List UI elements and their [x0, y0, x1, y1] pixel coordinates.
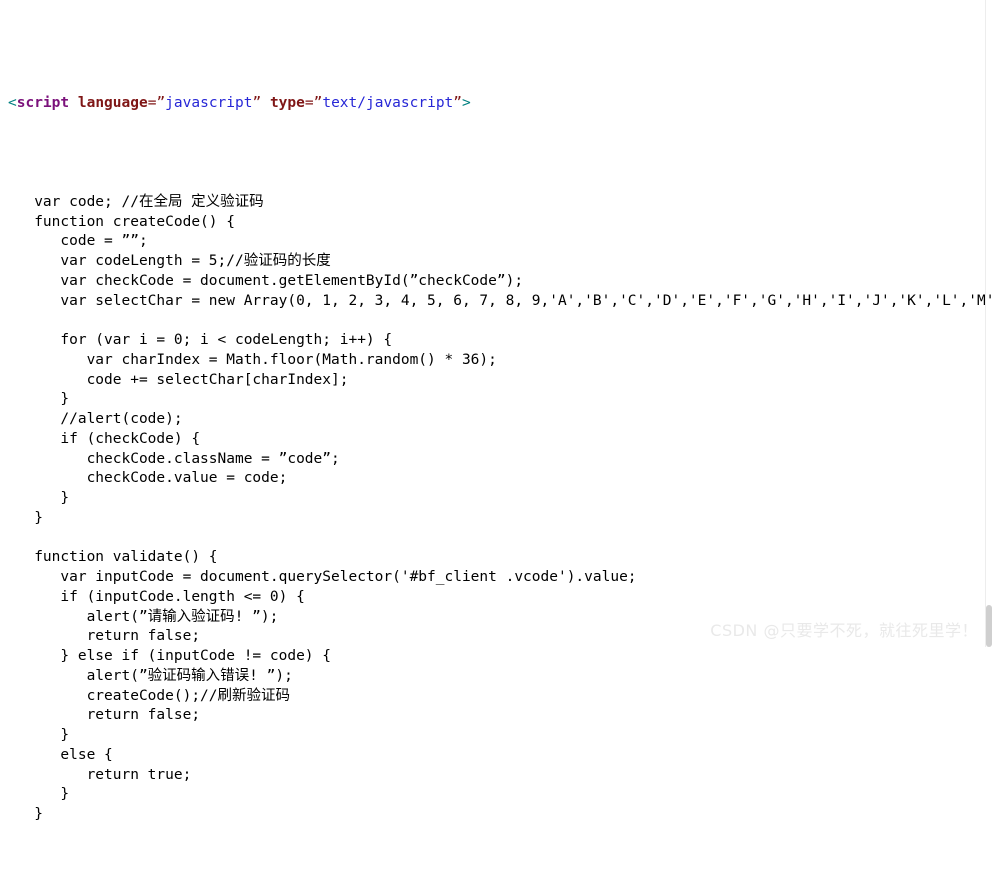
code-line[interactable]: //alert(code); [0, 410, 992, 430]
code-line[interactable]: code += selectChar[charIndex]; [0, 371, 992, 391]
open-angle-bracket: < [8, 95, 17, 111]
code-line[interactable]: code = ””; [0, 232, 992, 252]
code-line[interactable]: checkCode.value = code; [0, 469, 992, 489]
code-line[interactable]: } [0, 726, 992, 746]
code-line[interactable]: for (var i = 0; i < codeLength; i++) { [0, 331, 992, 351]
code-line[interactable]: var selectChar = new Array(0, 1, 2, 3, 4… [0, 292, 992, 312]
code-line[interactable]: } else if (inputCode != code) { [0, 647, 992, 667]
code-line[interactable]: } [0, 489, 992, 509]
code-line[interactable]: function validate() { [0, 548, 992, 568]
tag-space-1 [69, 95, 78, 111]
code-line[interactable]: checkCode.className = ”code”; [0, 450, 992, 470]
code-line[interactable]: if (checkCode) { [0, 430, 992, 450]
code-line[interactable]: function createCode() { [0, 213, 992, 233]
csdn-watermark: CSDN @只要学不死，就往死里学！ [710, 621, 978, 640]
code-line[interactable]: else { [0, 746, 992, 766]
code-viewer-page: <script language=”javascript” type=”text… [0, 0, 992, 822]
code-line[interactable]: } [0, 785, 992, 805]
code-line[interactable]: } [0, 390, 992, 410]
code-line[interactable]: var codeLength = 5;//验证码的长度 [0, 252, 992, 272]
attribute-quote-close-1: ” [252, 95, 262, 111]
attribute-name-type: type [269, 95, 305, 111]
code-line[interactable]: } [0, 805, 992, 825]
code-line[interactable]: createCode();//刷新验证码 [0, 687, 992, 707]
code-line[interactable]: alert(”验证码输入错误! ”); [0, 667, 992, 687]
code-listing[interactable]: <script language=”javascript” type=”text… [0, 15, 992, 884]
code-line[interactable]: var checkCode = document.getElementById(… [0, 272, 992, 292]
close-angle-bracket: > [462, 95, 471, 111]
attribute-quote-close-2: ” [453, 95, 463, 111]
code-line[interactable]: return true; [0, 766, 992, 786]
code-line[interactable]: var charIndex = Math.floor(Math.random()… [0, 351, 992, 371]
attribute-name-language: language [77, 95, 148, 111]
code-line[interactable]: } [0, 509, 992, 529]
tag-name-script: script [16, 95, 70, 111]
scrollbar-thumb[interactable] [986, 605, 992, 647]
code-line-script-tag[interactable]: <script language=”javascript” type=”text… [0, 94, 992, 114]
attribute-value-javascript: javascript [165, 95, 253, 111]
code-body[interactable]: var code; //在全局 定义验证码 function createCod… [0, 193, 992, 825]
tag-space-2 [261, 95, 270, 111]
code-line[interactable]: var inputCode = document.querySelector('… [0, 568, 992, 588]
attribute-quote-open-1: ” [156, 95, 166, 111]
code-line-blank[interactable] [0, 529, 992, 549]
vertical-scrollbar[interactable] [986, 0, 992, 647]
code-line[interactable]: if (inputCode.length <= 0) { [0, 588, 992, 608]
code-line[interactable]: var code; //在全局 定义验证码 [0, 193, 992, 213]
attribute-equals-2: = [304, 95, 314, 111]
code-line[interactable]: return false; [0, 706, 992, 726]
code-line-blank[interactable] [0, 311, 992, 331]
attribute-value-text-javascript: text/javascript [322, 95, 454, 111]
